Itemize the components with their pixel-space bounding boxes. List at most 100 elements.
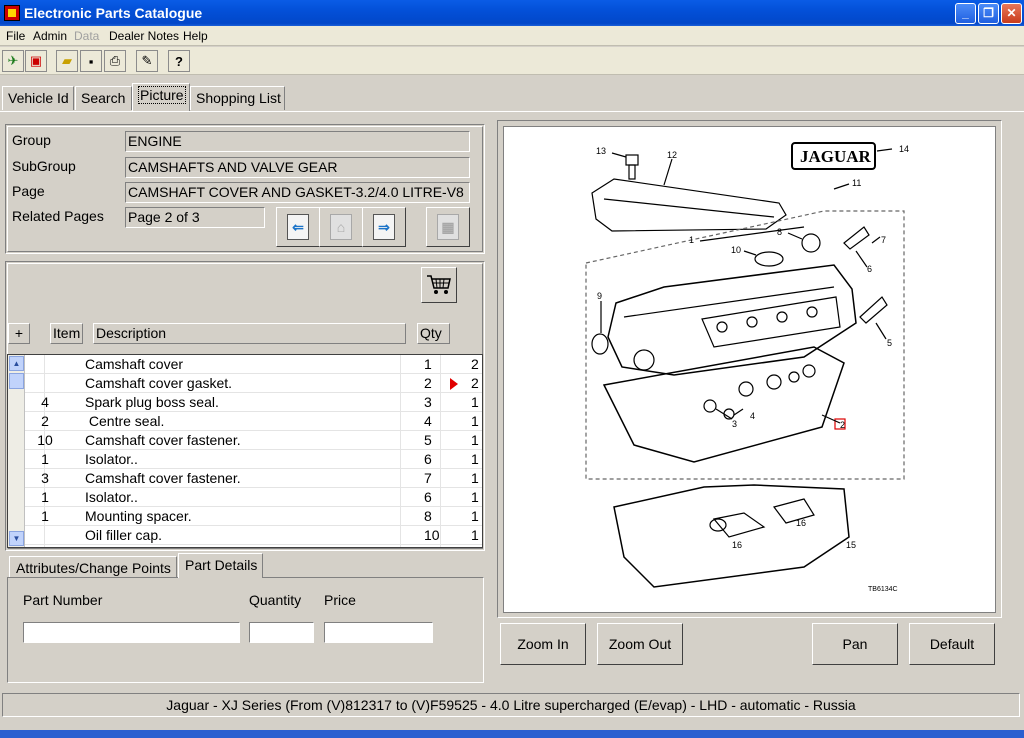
table-row[interactable]: 4 Spark plug boss seal. 3 1 [25,393,482,412]
car-icon[interactable]: ▣ [25,50,47,72]
pan-button[interactable]: Pan [812,623,898,665]
menu-admin[interactable]: Admin [33,29,67,43]
parts-diagram[interactable]: JAGUAR 13 12 14 11 1 10 8 7 6 9 5 4 3 2 … [503,126,996,613]
table-row[interactable]: 1 Mounting spacer. 8 1 [25,507,482,526]
tab-label: Picture [138,86,186,104]
save-icon[interactable]: ▪ [80,50,102,72]
maximize-button[interactable]: ❐ [978,3,999,24]
reference-cell: 1 [424,356,432,372]
item-cell: 1 [41,489,49,505]
part-number-input[interactable] [23,622,240,643]
menu-file[interactable]: File [6,29,25,43]
description-cell: Camshaft cover fastener. [85,432,241,448]
callout: 5 [887,338,892,348]
item-cell: 4 [41,394,49,410]
scroll-up-icon[interactable]: ▲ [9,356,24,371]
callout: 11 [852,178,861,188]
description-cell: Mounting spacer. [85,508,192,524]
description-cell: Oil filler cap. [85,527,163,543]
subgroup-field: CAMSHAFTS AND VALVE GEAR [125,157,470,178]
reference-cell: 5 [424,432,432,448]
table-row[interactable]: Camshaft cover 1 2 [25,355,482,374]
expand-header[interactable]: + [8,323,30,344]
reference-cell: 10 [424,527,440,543]
callout: 10 [731,245,741,255]
tab-divider [0,111,1024,112]
reference-cell: 6 [424,489,432,505]
qty-cell: 1 [471,489,479,505]
description-cell: Camshaft cover fastener. [85,470,241,486]
quantity-label: Quantity [249,592,302,608]
home-page-button: ⌂ [319,207,363,247]
callout: 6 [867,264,872,274]
callout: 14 [899,144,909,154]
shopping-cart-icon [427,275,451,294]
diagram-brand: JAGUAR [800,147,872,166]
previous-page-icon: ⇐ [287,214,309,240]
item-cell: 1 [41,451,49,467]
item-header[interactable]: Item [50,323,83,344]
table-row[interactable]: Oil filler cap. 10 1 [25,526,482,545]
add-to-cart-button[interactable] [421,267,457,303]
zoom-in-button[interactable]: Zoom In [500,623,586,665]
minimize-button[interactable]: _ [955,3,976,24]
zoom-out-button[interactable]: Zoom Out [597,623,683,665]
group-label: Group [12,132,51,148]
print-icon[interactable]: ⎙ [104,50,126,72]
related-pages-field: Page 2 of 3 [125,207,265,228]
item-cell: 1 [41,508,49,524]
tab-vehicle-id[interactable]: Vehicle Id [2,86,74,110]
table-row[interactable]: 3 Camshaft cover fastener. 7 1 [25,469,482,488]
taskbar-strip [0,730,1024,738]
description-header[interactable]: Description [93,323,406,344]
tab-search[interactable]: Search [75,86,132,110]
qty-header[interactable]: Qty [417,323,450,344]
table-row[interactable]: 1 Isolator.. 6 1 [25,488,482,507]
qty-cell: 2 [471,356,479,372]
menu-help[interactable]: Help [183,29,208,43]
callout: 12 [667,150,677,160]
table-row[interactable]: 10 Camshaft cover fastener. 5 1 [25,431,482,450]
table-row[interactable]: 1 Isolator.. 6 1 [25,450,482,469]
close-button[interactable]: ✕ [1001,3,1022,24]
tab-part-details[interactable]: Part Details [178,553,263,578]
scroll-thumb[interactable] [9,373,24,389]
related-pages-label: Related Pages [12,208,104,224]
parts-scrollbar[interactable]: ▲ ▼ [8,355,25,547]
page-label: Page [12,183,45,199]
callout: 1 [689,235,694,245]
description-cell: Isolator.. [85,489,138,505]
page-field: CAMSHAFT COVER AND GASKET-3.2/4.0 LITRE-… [125,182,470,203]
default-button[interactable]: Default [909,623,995,665]
tab-label: Search [81,90,126,106]
tab-picture[interactable]: Picture [132,83,190,111]
table-row[interactable]: 2 Centre seal. 4 1 [25,412,482,431]
reference-cell: 7 [424,470,432,486]
tab-shopping-list[interactable]: Shopping List [190,86,285,110]
previous-page-button[interactable]: ⇐ [276,207,320,247]
vehicle-icon[interactable]: ✈ [2,50,24,72]
next-page-button[interactable]: ⇒ [362,207,406,247]
open-folder-icon[interactable]: ▰ [56,50,78,72]
tab-attributes-change-points[interactable]: Attributes/Change Points [9,556,177,578]
price-label: Price [324,592,356,608]
table-row[interactable]: Camshaft cover gasket. 2 2 [25,374,482,393]
price-input[interactable] [324,622,433,643]
scroll-down-icon[interactable]: ▼ [9,531,24,546]
help-icon[interactable]: ? [168,50,190,72]
related-page-button: ▦ [426,207,470,247]
part-number-label: Part Number [23,592,103,608]
attach-icon[interactable]: ✎ [136,50,158,72]
qty-cell: 1 [471,470,479,486]
qty-cell: 2 [471,375,479,391]
quantity-input[interactable] [249,622,314,643]
parts-list: ▲ ▼ Camshaft cover 1 2 Camshaft cover gaske… [7,354,483,548]
menu-dealer-notes[interactable]: Dealer Notes [109,29,179,43]
qty-cell: 1 [471,394,479,410]
app-icon[interactable] [4,5,20,21]
status-bar: Jaguar - XJ Series (From (V)812317 to (V… [2,693,1020,717]
reference-cell: 8 [424,508,432,524]
callout: 2 [840,420,845,430]
callout: 4 [750,411,755,421]
next-page-icon: ⇒ [373,214,395,240]
